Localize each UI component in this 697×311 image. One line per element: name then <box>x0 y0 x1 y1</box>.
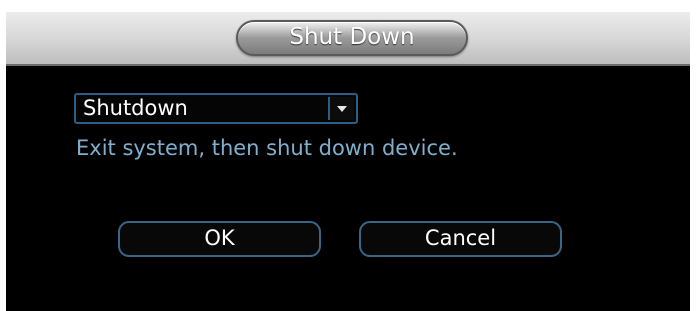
ok-button[interactable]: OK <box>118 221 321 257</box>
cancel-button[interactable]: Cancel <box>359 221 562 257</box>
chevron-down-icon[interactable] <box>328 97 354 120</box>
shutdown-description: Exit system, then shut down device. <box>76 136 458 160</box>
shutdown-dialog: Shut Down Shutdown Exit system, then shu… <box>6 12 690 311</box>
dialog-body: Shutdown Exit system, then shut down dev… <box>6 66 690 311</box>
dialog-titlebar: Shut Down <box>6 12 690 66</box>
shutdown-mode-value: Shutdown <box>83 96 188 120</box>
shutdown-mode-select[interactable]: Shutdown <box>74 93 358 124</box>
dialog-title: Shut Down <box>236 20 468 56</box>
